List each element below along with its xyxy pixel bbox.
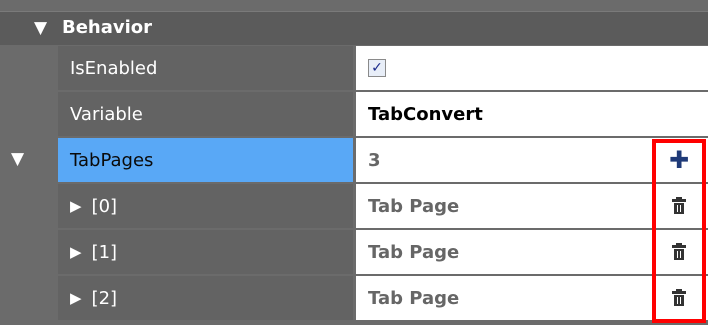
expand-arrow-icon[interactable]: ▼ [11,149,24,169]
action-cell [650,230,708,274]
property-row-tabpage-2: ▶ [2] Tab Page [0,276,708,320]
section-header-behavior[interactable]: ▼ Behavior [0,11,708,45]
property-row-tabpage-1: ▶ [1] Tab Page [0,230,708,274]
property-row-tabpage-0: ▶ [0] Tab Page [0,184,708,228]
tabpage-item[interactable]: ▶ [2] [58,276,353,320]
action-cell: ✚ [650,138,708,182]
trash-icon[interactable] [672,289,686,307]
item-index-label: [2] [91,287,118,309]
action-cell [650,276,708,320]
action-cell [650,92,708,136]
property-label-selected[interactable]: TabPages [58,138,353,182]
item-index-label: [1] [91,241,118,263]
property-grid: ▼ Behavior IsEnabled ✓ Variable TabConve… [0,0,708,325]
action-cell [650,184,708,228]
property-row-variable: Variable TabConvert [0,92,708,136]
trash-icon[interactable] [672,243,686,261]
property-row-tabpages: ▼ TabPages 3 ✚ [0,138,708,182]
item-index-label: [0] [91,195,118,217]
trash-icon[interactable] [672,197,686,215]
tabpage-value: Tab Page [356,184,650,228]
expand-arrow-icon[interactable]: ▶ [70,289,82,307]
tabpage-item[interactable]: ▶ [1] [58,230,353,274]
property-value: ✓ [356,46,650,90]
tabpage-value: Tab Page [356,276,650,320]
expand-arrow-icon[interactable]: ▶ [70,243,82,261]
tabpages-count: 3 [356,138,650,182]
plus-icon[interactable]: ✚ [669,148,689,172]
isenabled-checkbox[interactable]: ✓ [368,59,386,77]
property-label: IsEnabled [58,46,353,90]
collapse-arrow-icon[interactable]: ▼ [34,18,47,38]
expand-arrow-icon[interactable]: ▶ [70,197,82,215]
tabpage-value: Tab Page [356,230,650,274]
variable-value-field[interactable]: TabConvert [356,92,650,136]
section-title: Behavior [62,17,153,38]
property-row-isenabled: IsEnabled ✓ [0,46,708,90]
tabpage-item[interactable]: ▶ [0] [58,184,353,228]
action-cell [650,46,708,90]
property-label: Variable [58,92,353,136]
